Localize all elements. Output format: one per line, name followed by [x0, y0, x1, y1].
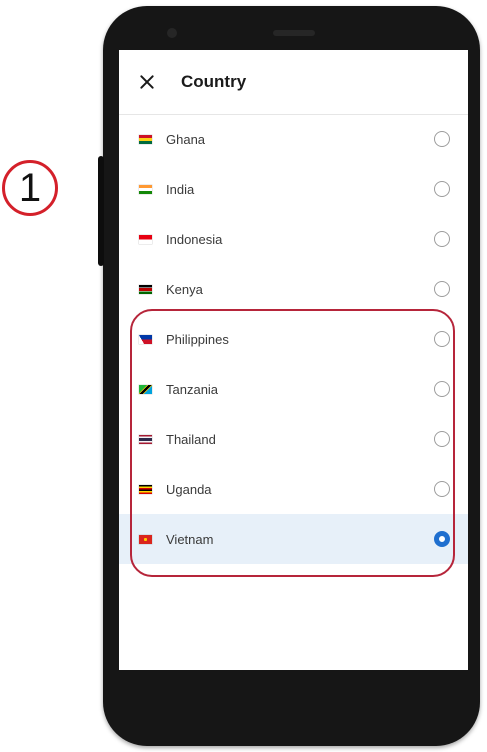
country-name: Tanzania [166, 381, 219, 397]
radio-button[interactable] [434, 431, 450, 447]
radio-button[interactable] [434, 281, 450, 297]
country-name: Ghana [166, 131, 206, 147]
country-name: Vietnam [166, 531, 214, 547]
country-row-ghana[interactable]: Ghana [119, 114, 468, 164]
india-flag-icon [139, 184, 152, 194]
ghana-flag-icon [139, 134, 152, 144]
radio-button[interactable] [434, 381, 450, 397]
country-name: Uganda [166, 481, 212, 497]
radio-button[interactable] [434, 131, 450, 147]
country-row-uganda[interactable]: Uganda [119, 464, 468, 514]
country-name: Kenya [166, 281, 203, 297]
country-name: Indonesia [166, 231, 223, 247]
close-icon[interactable] [137, 72, 157, 92]
front-camera [167, 28, 177, 38]
phone-screen: Country Ghana India Indonesia Kenya Phil… [119, 50, 468, 670]
radio-button-selected[interactable] [434, 531, 450, 547]
country-name: Philippines [166, 331, 229, 347]
step-number-badge: 1 [2, 160, 58, 216]
country-name: India [166, 181, 195, 197]
app-header: Country [119, 50, 468, 115]
radio-button[interactable] [434, 331, 450, 347]
country-row-philippines[interactable]: Philippines [119, 314, 468, 364]
country-list: Ghana India Indonesia Kenya Philippines … [119, 114, 468, 564]
vietnam-flag-icon [139, 534, 152, 544]
step-number: 1 [18, 166, 42, 210]
country-row-thailand[interactable]: Thailand [119, 414, 468, 464]
kenya-flag-icon [139, 284, 152, 294]
tanzania-flag-icon [139, 384, 152, 394]
country-row-tanzania[interactable]: Tanzania [119, 364, 468, 414]
country-row-indonesia[interactable]: Indonesia [119, 214, 468, 264]
page-title: Country [181, 72, 247, 91]
country-row-vietnam[interactable]: Vietnam [119, 514, 468, 564]
thailand-flag-icon [139, 434, 152, 444]
radio-button[interactable] [434, 481, 450, 497]
radio-button[interactable] [434, 231, 450, 247]
country-row-kenya[interactable]: Kenya [119, 264, 468, 314]
country-name: Thailand [166, 431, 216, 447]
indonesia-flag-icon [139, 234, 152, 244]
radio-button[interactable] [434, 181, 450, 197]
country-row-india[interactable]: India [119, 164, 468, 214]
phone-frame: Country Ghana India Indonesia Kenya Phil… [98, 6, 480, 746]
philippines-flag-icon [139, 334, 152, 344]
earpiece-speaker [273, 30, 315, 36]
uganda-flag-icon [139, 484, 152, 494]
